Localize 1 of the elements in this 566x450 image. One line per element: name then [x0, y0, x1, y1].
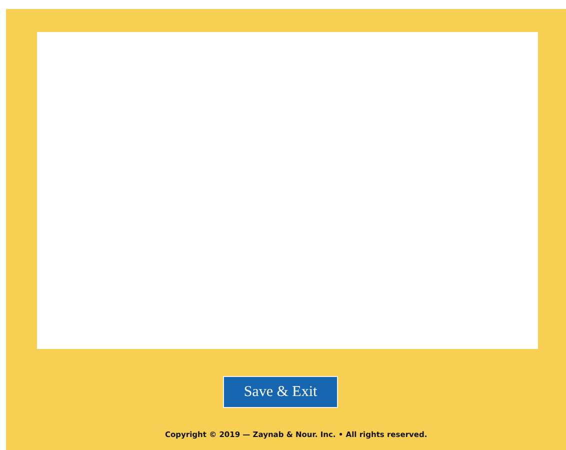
save-exit-button[interactable]: Save & Exit [223, 376, 338, 408]
